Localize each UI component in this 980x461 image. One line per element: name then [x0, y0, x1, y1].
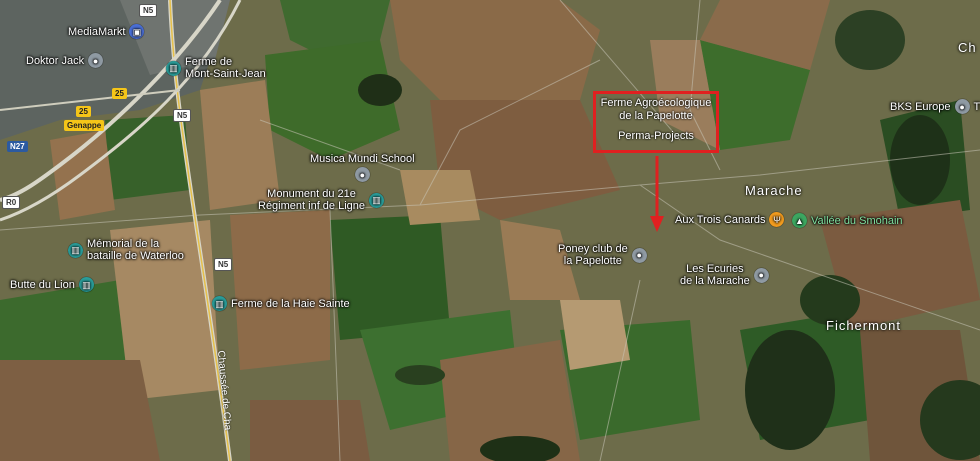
poi-doktor-jack[interactable]: Doktor Jack ●: [26, 53, 104, 68]
map-pin-icon: ●: [88, 53, 104, 68]
map-pin-icon: ●: [753, 267, 769, 283]
poi-poney-club[interactable]: Poney club de la Papelotte ●: [558, 243, 647, 267]
poi-label: BKS Europe: [890, 100, 951, 113]
poi-haie-sainte[interactable]: ▥ Ferme de la Haie Sainte: [212, 296, 350, 311]
poi-label: Mémorial de la: [87, 238, 160, 250]
poi-label: Régiment inf de Ligne: [258, 200, 366, 212]
poi-label: Les Ecuries: [686, 263, 744, 275]
poi-label: Monument du 21e: [267, 188, 356, 200]
landmark-icon: ▥: [212, 296, 227, 311]
poi-memorial-waterloo[interactable]: ▥ Mémorial de la bataille de Waterloo: [68, 238, 184, 262]
poi-mediamarkt[interactable]: MediaMarkt ▣: [68, 24, 145, 39]
road-shield-n27: N27: [7, 141, 28, 152]
poi-label: Vallée du Smohain: [811, 214, 903, 227]
callout-title-line2: de la Papelotte: [619, 110, 693, 122]
poi-label: Mont-Saint-Jean: [185, 68, 266, 80]
landmark-icon: ▥: [166, 60, 181, 76]
town-label-marache: Marache: [745, 183, 803, 198]
landmark-icon: ▥: [68, 242, 83, 258]
poi-ecuries-marache[interactable]: Les Ecuries de la Marache ●: [680, 263, 769, 287]
poi-label: de la Marache: [680, 275, 750, 287]
poi-aux-trois-canards[interactable]: Aux Trois Canards Ψ: [675, 212, 785, 227]
road-shield-n5: N5: [173, 109, 192, 122]
satellite-map[interactable]: N5 N5 N5 25 25 N27 R0 Genappe Chaussée d…: [0, 0, 980, 461]
poi-ferme-mont-saint-jean[interactable]: ▥ Ferme de Mont-Saint-Jean: [166, 56, 266, 80]
poi-butte-du-lion[interactable]: Butte du Lion ▥: [10, 277, 94, 292]
map-pin-icon: ●: [354, 167, 370, 182]
road-shield-25: 25: [112, 88, 127, 99]
callout-title-line1: Ferme Agroécologique: [600, 97, 712, 109]
poi-bks-europe[interactable]: BKS Europe ● TI: [890, 99, 980, 114]
map-pin-icon: ●: [954, 99, 970, 114]
poi-vallee-smohain[interactable]: ▲ Vallée du Smohain: [792, 213, 903, 228]
road-shield-genappe: Genappe: [64, 120, 105, 131]
poi-label: Ferme de la Haie Sainte: [231, 297, 350, 310]
poi-musica-mundi[interactable]: Musica Mundi School ●: [310, 153, 415, 182]
road-shield-n5: N5: [139, 4, 158, 17]
poi-label: MediaMarkt: [68, 25, 126, 38]
map-pin-icon: ●: [631, 247, 647, 263]
poi-label: Butte du Lion: [10, 278, 75, 291]
poi-label: la Papelotte: [563, 255, 622, 267]
poi-label: Musica Mundi School: [310, 153, 415, 165]
poi-label: Poney club de: [558, 243, 628, 255]
callout-subtitle: Perma-Projects: [618, 130, 694, 142]
poi-label: Doktor Jack: [26, 54, 85, 67]
road-shield-25: 25: [76, 106, 91, 117]
road-shield-r0: R0: [2, 196, 21, 209]
poi-monument-21e[interactable]: Monument du 21e Régiment inf de Ligne ▥: [258, 188, 385, 212]
road-shield-n5: N5: [214, 258, 233, 271]
annotation-arrow-icon: [650, 156, 664, 232]
shopping-bag-icon: ▣: [129, 24, 145, 39]
landmark-icon: ▥: [78, 277, 94, 292]
fork-knife-icon: Ψ: [769, 212, 785, 227]
town-label-fichermont: Fichermont: [826, 318, 902, 333]
satellite-imagery: [0, 0, 980, 461]
poi-label: Ferme de: [185, 56, 233, 68]
tree-icon: ▲: [792, 213, 807, 228]
annotation-callout-box: Ferme Agroécologique de la Papelotte Per…: [593, 91, 719, 153]
poi-label: bataille de Waterloo: [87, 250, 184, 262]
poi-label: Aux Trois Canards: [675, 213, 766, 226]
landmark-icon: ▥: [369, 192, 385, 208]
poi-label: TI: [973, 100, 980, 113]
town-label-edge: Ch: [958, 40, 977, 55]
